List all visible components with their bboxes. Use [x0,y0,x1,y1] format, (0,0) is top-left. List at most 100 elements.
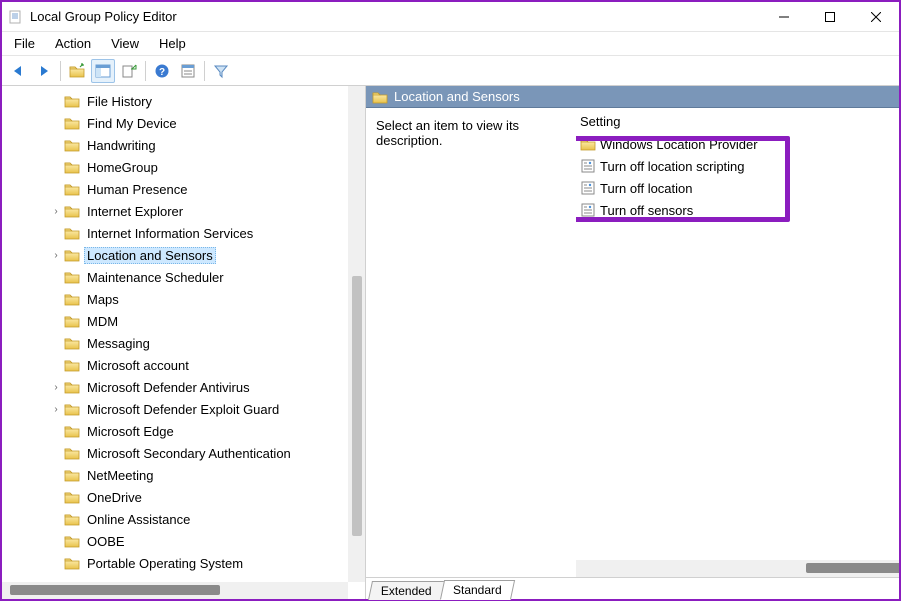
tree-item[interactable]: › Microsoft Defender Antivirus [2,376,365,398]
tree-item-label: File History [84,93,155,110]
folder-icon [64,511,80,527]
setting-item[interactable]: Windows Location Provider [576,133,899,155]
tree-item-label: Online Assistance [84,511,193,528]
back-button[interactable] [6,59,30,83]
tree-item[interactable]: Maps [2,288,365,310]
tab-extended[interactable]: Extended [368,581,445,600]
folder-icon [64,445,80,461]
setting-item-label: Turn off location [600,181,693,196]
close-icon [871,12,881,22]
menu-action[interactable]: Action [47,34,99,53]
tree-pane: File History Find My DeviceHandwriting Hom… [2,86,366,599]
help-icon: ? [154,63,170,79]
toolbar-separator [60,61,61,81]
tree-item[interactable]: Messaging [2,332,365,354]
details-header-title: Location and Sensors [394,89,520,104]
menu-help[interactable]: Help [151,34,194,53]
tree-item[interactable]: Microsoft Secondary Authentication [2,442,365,464]
window-title: Local Group Policy Editor [30,9,177,24]
setting-column: Setting Windows Location ProviderTurn of… [576,108,899,577]
tree-item[interactable]: File History [2,90,365,112]
minimize-button[interactable] [761,2,807,32]
tree-expander[interactable]: › [48,382,64,393]
tree-item[interactable]: OOBE [2,530,365,552]
maximize-button[interactable] [807,2,853,32]
policy-icon [580,158,596,174]
close-button[interactable] [853,2,899,32]
tree-item-label: Microsoft Defender Antivirus [84,379,253,396]
folder-icon [64,555,80,571]
funnel-icon [213,63,229,79]
tree-item[interactable]: › Internet Explorer [2,200,365,222]
folder-icon [64,225,80,241]
export-list-button[interactable] [117,59,141,83]
tree-item-label: Microsoft account [84,357,192,374]
settings-horizontal-scrollbar[interactable] [576,560,899,577]
folder-icon [64,181,80,197]
tree-item[interactable]: Internet Information Services [2,222,365,244]
tree-expander[interactable]: › [48,250,64,261]
tree-item[interactable]: Microsoft Edge [2,420,365,442]
window: Local Group Policy Editor File Action Vi… [0,0,901,601]
svg-text:?: ? [159,67,165,78]
menu-view[interactable]: View [103,34,147,53]
tree-item[interactable]: Human Presence [2,178,365,200]
details-pane: Location and Sensors Select an item to v… [366,86,899,599]
folder-icon [64,423,80,439]
tree-item[interactable]: MDM [2,310,365,332]
filter-button[interactable] [209,59,233,83]
properties-button[interactable] [176,59,200,83]
properties-icon [180,63,196,79]
tree-vertical-scrollbar[interactable] [348,86,365,582]
tree-horizontal-scrollbar[interactable] [2,582,348,599]
tree-item[interactable]: NetMeeting [2,464,365,486]
tree-item-label: Internet Information Services [84,225,256,242]
folder-icon [64,159,80,175]
toolbar-separator [145,61,146,81]
help-button[interactable]: ? [150,59,174,83]
folder-icon [64,357,80,373]
tree-item[interactable]: Handwriting [2,134,365,156]
tree-item-label: Internet Explorer [84,203,186,220]
folder-icon [64,291,80,307]
tree-item[interactable]: OneDrive [2,486,365,508]
tree-item-label: HomeGroup [84,159,161,176]
tree[interactable]: File History Find My DeviceHandwriting Hom… [2,86,365,599]
tree-item-label: OneDrive [84,489,145,506]
policy-icon [580,180,596,196]
tree-item-label: Human Presence [84,181,190,198]
tree-item[interactable]: Find My Device [2,112,365,134]
folder-icon [64,93,80,109]
tree-item[interactable]: HomeGroup [2,156,365,178]
maximize-icon [825,12,835,22]
tree-expander[interactable]: › [48,404,64,415]
tree-item[interactable]: Online Assistance [2,508,365,530]
folder-icon [64,379,80,395]
setting-column-header[interactable]: Setting [576,114,899,129]
client-area: File History Find My DeviceHandwriting Hom… [2,86,899,599]
titlebar: Local Group Policy Editor [2,2,899,32]
setting-item-label: Turn off sensors [600,203,693,218]
tree-item[interactable]: Maintenance Scheduler [2,266,365,288]
tree-expander[interactable]: › [48,206,64,217]
setting-item[interactable]: Turn off sensors [576,199,899,221]
details-header: Location and Sensors [366,86,899,108]
tree-item[interactable]: ›Microsoft Defender Exploit Guard [2,398,365,420]
folder-icon [64,247,80,263]
tree-item[interactable]: Microsoft account [2,354,365,376]
folder-up-icon [69,63,85,79]
forward-button[interactable] [32,59,56,83]
up-button[interactable] [65,59,89,83]
tree-item[interactable]: Portable Operating System [2,552,365,574]
menu-file[interactable]: File [6,34,43,53]
tree-item-label: Portable Operating System [84,555,246,572]
setting-item[interactable]: Turn off location [576,177,899,199]
export-icon [121,63,137,79]
tab-standard[interactable]: Standard [440,580,515,600]
folder-icon [64,489,80,505]
show-hide-tree-button[interactable] [91,59,115,83]
panes-icon [95,63,111,79]
menubar: File Action View Help [2,32,899,56]
setting-item[interactable]: Turn off location scripting [576,155,899,177]
tree-item[interactable]: ›Location and Sensors [2,244,365,266]
